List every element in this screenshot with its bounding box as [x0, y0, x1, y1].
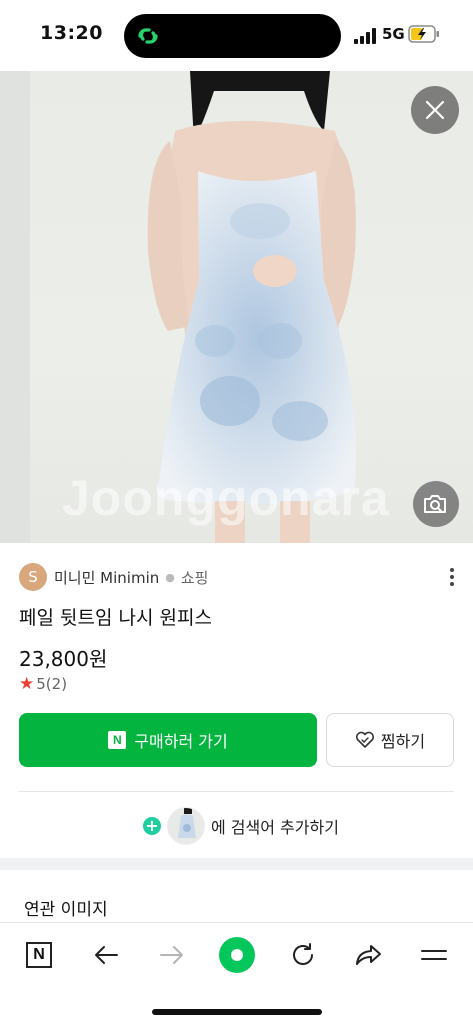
green-dot-button[interactable]: [217, 935, 257, 975]
back-button[interactable]: [86, 935, 126, 975]
dress-thumbnail: [168, 808, 204, 844]
wish-button-label: 찜하기: [380, 732, 426, 751]
close-icon: [425, 100, 445, 120]
product-rating: ★ 5 (2): [19, 674, 67, 694]
star-icon: ★: [19, 674, 35, 694]
divider: [19, 791, 454, 792]
image-thumbnail: [167, 807, 205, 845]
section-divider: [0, 858, 473, 870]
status-time: 13:20: [40, 22, 103, 44]
watermark-text: Joonggonara: [62, 470, 390, 526]
close-button[interactable]: [411, 86, 459, 134]
signal-icon: [354, 28, 376, 44]
back-arrow-icon: [95, 946, 118, 964]
bottom-toolbar: N: [0, 922, 473, 1024]
refresh-icon: [293, 943, 313, 965]
buy-button[interactable]: N 구매하러 가기: [19, 713, 317, 767]
link-app-icon: [138, 28, 158, 44]
menu-button[interactable]: [414, 935, 454, 975]
wish-button[interactable]: 찜하기: [326, 713, 454, 767]
more-options-button[interactable]: [444, 566, 460, 588]
product-image[interactable]: Joonggonara: [0, 71, 473, 543]
add-search-label: 에 검색어 추가하기: [211, 818, 339, 837]
buy-button-label: 구매하러 가기: [134, 732, 228, 751]
naver-home-button[interactable]: N: [19, 935, 59, 975]
plus-icon: +: [143, 817, 161, 835]
separator-dot: ●: [165, 570, 175, 584]
forward-button[interactable]: [152, 935, 192, 975]
rating-value: 5: [36, 675, 46, 693]
naver-n-icon: N: [26, 942, 52, 968]
seller-name[interactable]: 미니민 Minimin: [54, 567, 159, 588]
heart-icon: [355, 731, 374, 748]
add-to-search-button[interactable]: + 에 검색어 추가하기: [143, 806, 339, 846]
product-price: 23,800원: [19, 647, 108, 671]
menu-icon: [421, 950, 447, 960]
camera-search-icon: [424, 495, 446, 513]
dynamic-island: [124, 14, 341, 58]
share-button[interactable]: [348, 935, 388, 975]
forward-arrow-icon: [160, 946, 183, 964]
more-icon: [450, 568, 454, 572]
status-bar: 13:20 5G: [0, 0, 473, 71]
battery-charging-icon: [408, 25, 439, 43]
refresh-button[interactable]: [283, 935, 323, 975]
share-icon: [356, 945, 381, 965]
product-title[interactable]: 페일 뒷트임 나시 원피스: [19, 603, 212, 630]
category-label: 쇼핑: [180, 568, 209, 587]
green-dot-icon: [219, 937, 255, 973]
network-type: 5G: [382, 25, 405, 43]
lens-search-button[interactable]: [413, 481, 459, 527]
home-indicator: [152, 1009, 322, 1015]
review-count: (2): [45, 675, 68, 693]
related-images-title: 연관 이미지: [24, 900, 108, 920]
seller-row[interactable]: S 미니민 Minimin ● 쇼핑: [19, 563, 208, 591]
naver-logo-icon: N: [108, 731, 127, 749]
seller-avatar: S: [19, 563, 47, 591]
